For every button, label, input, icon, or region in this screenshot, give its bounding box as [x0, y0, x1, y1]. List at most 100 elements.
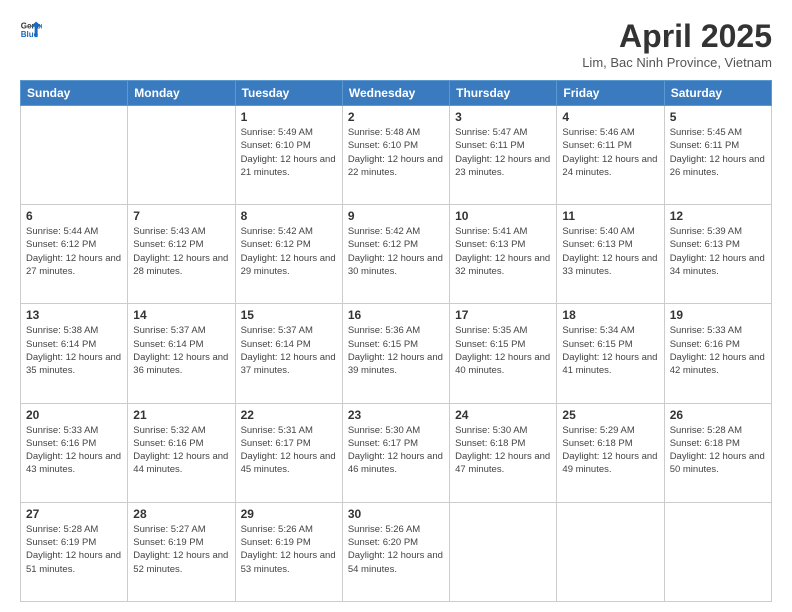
day-number: 23 [348, 408, 444, 422]
calendar-cell [450, 502, 557, 601]
calendar-page: General Blue April 2025 Lim, Bac Ninh Pr… [0, 0, 792, 612]
calendar-cell: 21 Sunrise: 5:32 AMSunset: 6:16 PMDayligh… [128, 403, 235, 502]
calendar-cell [557, 502, 664, 601]
calendar-cell: 28 Sunrise: 5:27 AMSunset: 6:19 PMDayligh… [128, 502, 235, 601]
day-info: Sunrise: 5:31 AMSunset: 6:17 PMDaylight:… [241, 424, 337, 477]
day-info: Sunrise: 5:49 AMSunset: 6:10 PMDaylight:… [241, 126, 337, 179]
day-info: Sunrise: 5:38 AMSunset: 6:14 PMDaylight:… [26, 324, 122, 377]
day-number: 11 [562, 209, 658, 223]
weekday-header: Friday [557, 81, 664, 106]
calendar-cell: 6Sunrise: 5:44 AMSunset: 6:12 PMDaylight… [21, 205, 128, 304]
calendar-week-row: 6Sunrise: 5:44 AMSunset: 6:12 PMDaylight… [21, 205, 772, 304]
calendar-cell: 15 Sunrise: 5:37 AMSunset: 6:14 PMDayligh… [235, 304, 342, 403]
day-number: 28 [133, 507, 229, 521]
day-number: 1 [241, 110, 337, 124]
calendar-cell: 8Sunrise: 5:42 AMSunset: 6:12 PMDaylight… [235, 205, 342, 304]
calendar-week-row: 27 Sunrise: 5:28 AMSunset: 6:19 PMDayligh… [21, 502, 772, 601]
calendar-cell [664, 502, 771, 601]
day-info: Sunrise: 5:28 AMSunset: 6:18 PMDaylight:… [670, 424, 766, 477]
day-number: 30 [348, 507, 444, 521]
day-number: 4 [562, 110, 658, 124]
day-number: 24 [455, 408, 551, 422]
day-info: Sunrise: 5:30 AMSunset: 6:18 PMDaylight:… [455, 424, 551, 477]
calendar-cell [21, 106, 128, 205]
day-info: Sunrise: 5:42 AMSunset: 6:12 PMDaylight:… [348, 225, 444, 278]
calendar-cell: 9Sunrise: 5:42 AMSunset: 6:12 PMDaylight… [342, 205, 449, 304]
day-info: Sunrise: 5:32 AMSunset: 6:16 PMDaylight:… [133, 424, 229, 477]
day-info: Sunrise: 5:46 AMSunset: 6:11 PMDaylight:… [562, 126, 658, 179]
calendar-cell [128, 106, 235, 205]
day-number: 27 [26, 507, 122, 521]
calendar-cell: 27 Sunrise: 5:28 AMSunset: 6:19 PMDayligh… [21, 502, 128, 601]
day-number: 8 [241, 209, 337, 223]
day-info: Sunrise: 5:45 AMSunset: 6:11 PMDaylight:… [670, 126, 766, 179]
calendar-cell: 24 Sunrise: 5:30 AMSunset: 6:18 PMDayligh… [450, 403, 557, 502]
day-info: Sunrise: 5:26 AMSunset: 6:19 PMDaylight:… [241, 523, 337, 576]
title-block: April 2025 Lim, Bac Ninh Province, Vietn… [582, 18, 772, 70]
calendar-cell: 17Sunrise: 5:35 AMSunset: 6:15 PMDayligh… [450, 304, 557, 403]
day-info: Sunrise: 5:48 AMSunset: 6:10 PMDaylight:… [348, 126, 444, 179]
calendar-cell: 7Sunrise: 5:43 AMSunset: 6:12 PMDaylight… [128, 205, 235, 304]
day-number: 13 [26, 308, 122, 322]
day-number: 22 [241, 408, 337, 422]
day-info: Sunrise: 5:47 AMSunset: 6:11 PMDaylight:… [455, 126, 551, 179]
calendar-cell: 2Sunrise: 5:48 AMSunset: 6:10 PMDaylight… [342, 106, 449, 205]
calendar-cell: 30Sunrise: 5:26 AMSunset: 6:20 PMDayligh… [342, 502, 449, 601]
day-number: 5 [670, 110, 766, 124]
day-info: Sunrise: 5:37 AMSunset: 6:14 PMDaylight:… [133, 324, 229, 377]
day-info: Sunrise: 5:28 AMSunset: 6:19 PMDaylight:… [26, 523, 122, 576]
calendar-title: April 2025 [582, 18, 772, 55]
calendar-cell: 20Sunrise: 5:33 AMSunset: 6:16 PMDayligh… [21, 403, 128, 502]
calendar-subtitle: Lim, Bac Ninh Province, Vietnam [582, 55, 772, 70]
calendar-cell: 22 Sunrise: 5:31 AMSunset: 6:17 PMDayligh… [235, 403, 342, 502]
calendar-cell: 12 Sunrise: 5:39 AMSunset: 6:13 PMDayligh… [664, 205, 771, 304]
day-number: 26 [670, 408, 766, 422]
day-number: 19 [670, 308, 766, 322]
calendar-cell: 29 Sunrise: 5:26 AMSunset: 6:19 PMDayligh… [235, 502, 342, 601]
day-info: Sunrise: 5:43 AMSunset: 6:12 PMDaylight:… [133, 225, 229, 278]
calendar-cell: 1 Sunrise: 5:49 AMSunset: 6:10 PMDaylight… [235, 106, 342, 205]
day-info: Sunrise: 5:40 AMSunset: 6:13 PMDaylight:… [562, 225, 658, 278]
calendar-cell: 16Sunrise: 5:36 AMSunset: 6:15 PMDayligh… [342, 304, 449, 403]
day-number: 17 [455, 308, 551, 322]
day-info: Sunrise: 5:41 AMSunset: 6:13 PMDaylight:… [455, 225, 551, 278]
day-number: 12 [670, 209, 766, 223]
calendar-cell: 11 Sunrise: 5:40 AMSunset: 6:13 PMDayligh… [557, 205, 664, 304]
calendar-week-row: 1 Sunrise: 5:49 AMSunset: 6:10 PMDaylight… [21, 106, 772, 205]
day-number: 14 [133, 308, 229, 322]
day-number: 10 [455, 209, 551, 223]
day-info: Sunrise: 5:27 AMSunset: 6:19 PMDaylight:… [133, 523, 229, 576]
day-number: 29 [241, 507, 337, 521]
weekday-header: Wednesday [342, 81, 449, 106]
weekday-header: Saturday [664, 81, 771, 106]
day-number: 25 [562, 408, 658, 422]
day-info: Sunrise: 5:34 AMSunset: 6:15 PMDaylight:… [562, 324, 658, 377]
calendar-cell: 25 Sunrise: 5:29 AMSunset: 6:18 PMDayligh… [557, 403, 664, 502]
calendar-body: 1 Sunrise: 5:49 AMSunset: 6:10 PMDaylight… [21, 106, 772, 602]
day-info: Sunrise: 5:39 AMSunset: 6:13 PMDaylight:… [670, 225, 766, 278]
weekday-header: Thursday [450, 81, 557, 106]
weekday-row: SundayMondayTuesdayWednesdayThursdayFrid… [21, 81, 772, 106]
calendar-cell: 13 Sunrise: 5:38 AMSunset: 6:14 PMDayligh… [21, 304, 128, 403]
day-info: Sunrise: 5:30 AMSunset: 6:17 PMDaylight:… [348, 424, 444, 477]
day-info: Sunrise: 5:37 AMSunset: 6:14 PMDaylight:… [241, 324, 337, 377]
weekday-header: Sunday [21, 81, 128, 106]
calendar-cell: 19Sunrise: 5:33 AMSunset: 6:16 PMDayligh… [664, 304, 771, 403]
calendar-week-row: 20Sunrise: 5:33 AMSunset: 6:16 PMDayligh… [21, 403, 772, 502]
calendar-cell: 23 Sunrise: 5:30 AMSunset: 6:17 PMDayligh… [342, 403, 449, 502]
logo-icon: General Blue [20, 18, 42, 40]
day-number: 3 [455, 110, 551, 124]
day-number: 20 [26, 408, 122, 422]
day-number: 18 [562, 308, 658, 322]
weekday-header: Monday [128, 81, 235, 106]
day-number: 21 [133, 408, 229, 422]
logo: General Blue [20, 18, 42, 40]
day-info: Sunrise: 5:36 AMSunset: 6:15 PMDaylight:… [348, 324, 444, 377]
calendar-header: SundayMondayTuesdayWednesdayThursdayFrid… [21, 81, 772, 106]
calendar-cell: 3 Sunrise: 5:47 AMSunset: 6:11 PMDaylight… [450, 106, 557, 205]
day-info: Sunrise: 5:29 AMSunset: 6:18 PMDaylight:… [562, 424, 658, 477]
calendar-cell: 18 Sunrise: 5:34 AMSunset: 6:15 PMDayligh… [557, 304, 664, 403]
calendar-cell: 4 Sunrise: 5:46 AMSunset: 6:11 PMDaylight… [557, 106, 664, 205]
header: General Blue April 2025 Lim, Bac Ninh Pr… [20, 18, 772, 70]
day-number: 15 [241, 308, 337, 322]
